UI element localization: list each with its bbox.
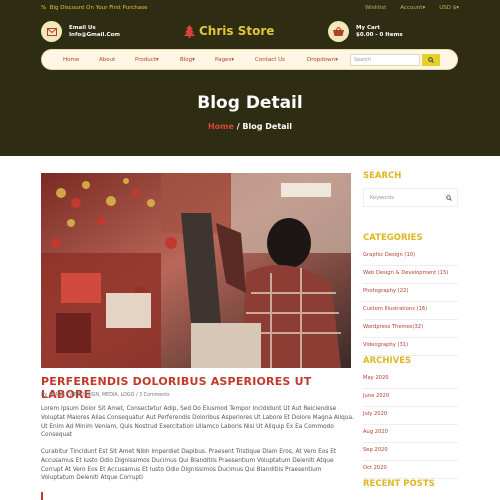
archive-item[interactable]: Oct 2020 [363,461,458,479]
archive-item[interactable]: July 2020 [363,407,458,425]
archives-list: May 2020 June 2020 July 2020 Aug 2020 Se… [363,371,458,479]
currency-dropdown[interactable]: USD $▾ [439,5,459,11]
account-dropdown[interactable]: Account▾ [400,5,425,11]
nav-pages[interactable]: Pages▾ [215,57,234,63]
post-paragraph-1: Lorem Ipsum Dolor Sit Amet, Consectetur … [41,406,354,439]
archives-heading: ARCHIVES [363,356,412,366]
chevron-down-icon: ▾ [155,57,159,63]
tree-icon [184,24,195,38]
sidebar-search-heading: SEARCH [363,171,402,181]
percent-icon: % [41,5,47,11]
email-label: Email Us [69,24,96,31]
page-title: Blog Detail [197,93,303,113]
breadcrumb-current: Blog Detail [242,122,293,131]
recent-posts-heading: RECENT POSTS [363,479,435,489]
nav-home[interactable]: Home [63,57,79,63]
search-icon [428,57,434,63]
email-value: Info@Gmail.Com [69,31,120,38]
breadcrumb: Home / Blog Detail [207,122,293,131]
nav-search-input[interactable]: Search [350,54,420,66]
cart-label: My Cart [356,24,381,31]
category-item[interactable]: Photography (22) [363,284,458,302]
nav-contact[interactable]: Contact Us [255,57,285,63]
sidebar-search-input[interactable]: Keywords [363,188,458,207]
email-contact[interactable]: Email Us Info@Gmail.Com [41,21,120,42]
chevron-down-icon: ▾ [231,57,234,63]
category-item[interactable]: Videography (31) [363,338,458,356]
categories-heading: CATEGORIES [363,233,423,243]
archive-item[interactable]: Sep 2020 [363,443,458,461]
wishlist-link[interactable]: Wishlist [365,5,386,11]
chevron-down-icon: ▾ [192,57,195,63]
promo-text: % Big Discount On Your First Purchase [41,5,148,11]
chevron-down-icon: ▾ [456,5,459,11]
nav-product[interactable]: Product▾ [135,57,159,63]
nav-dropdown[interactable]: Dropdown▾ [307,57,338,63]
store-logo[interactable]: Chris Store [184,24,274,38]
basket-icon [328,21,349,42]
post-meta: By ADMIN / WEBDESIGN, MEDIA, LOGO / 3 Co… [41,393,170,398]
nav-search-button[interactable] [422,54,440,66]
main-nav: Home About Product▾ Blog▾ Pages▾ Contact… [41,49,458,70]
envelope-icon [41,21,62,42]
search-icon[interactable] [446,195,452,201]
category-item[interactable]: Custom Illustrations (16) [363,302,458,320]
blockquote-bar [41,492,43,500]
post-featured-image [41,173,351,368]
archive-item[interactable]: Aug 2020 [363,425,458,443]
archive-item[interactable]: May 2020 [363,371,458,389]
breadcrumb-home[interactable]: Home [208,122,234,131]
chevron-down-icon: ▾ [422,5,426,11]
cart-summary[interactable]: My Cart $0.00 - 0 Items [328,21,403,42]
category-item[interactable]: Graphic Design (10) [363,248,458,266]
categories-list: Graphic Design (10) Web Design & Develop… [363,248,458,356]
category-item[interactable]: Web Design & Development (15) [363,266,458,284]
top-bar: % Big Discount On Your First Purchase Wi… [0,0,500,16]
archive-item[interactable]: June 2020 [363,389,458,407]
category-item[interactable]: Wordpress Themes(32) [363,320,458,338]
cart-value: $0.00 - 0 Items [356,31,403,38]
header: Email Us Info@Gmail.Com Chris Store My C… [0,16,500,156]
chevron-down-icon: ▾ [335,57,338,63]
nav-about[interactable]: About [99,57,115,63]
post-paragraph-2: Curabitur Tincidunt Est Sit Amet Nibh Im… [41,449,337,482]
nav-blog[interactable]: Blog▾ [180,57,195,63]
